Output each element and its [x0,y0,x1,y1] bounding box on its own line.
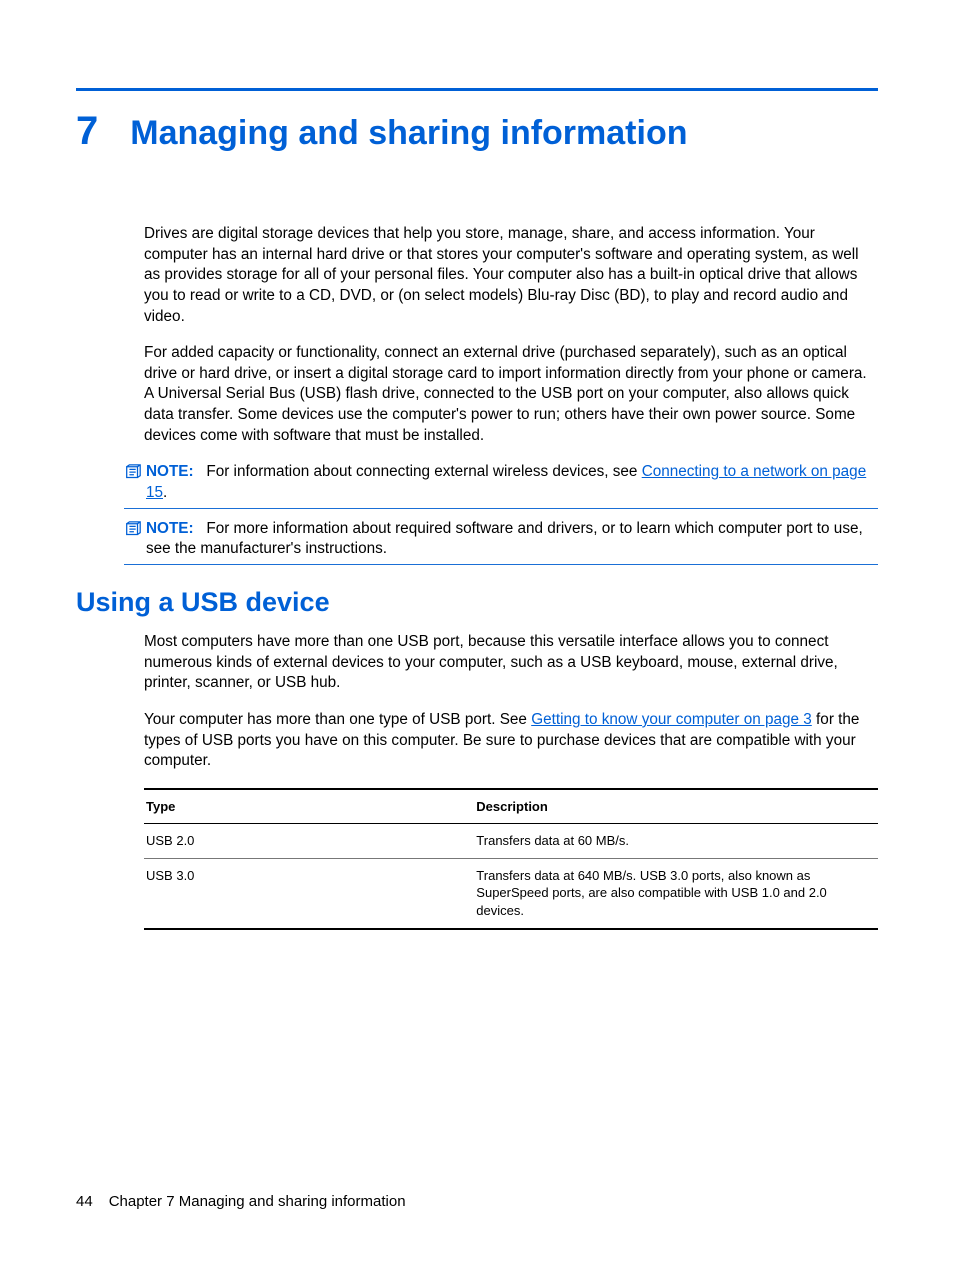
section-heading-usb: Using a USB device [76,587,878,618]
note-block-1: NOTE: For information about connecting e… [124,462,878,508]
intro-paragraph-1: Drives are digital storage devices that … [144,224,878,327]
chapter-header: 7 Managing and sharing information [76,109,878,154]
usb-p2-pre: Your computer has more than one type of … [144,711,531,728]
footer-text: Chapter 7 Managing and sharing informati… [109,1193,406,1210]
chapter-title: Managing and sharing information [130,114,687,153]
link-getting-to-know[interactable]: Getting to know your computer on page 3 [531,711,812,728]
cell-type: USB 3.0 [144,858,474,928]
note-block-2: NOTE: For more information about require… [124,519,878,565]
table-row: USB 3.0 Transfers data at 640 MB/s. USB … [144,858,878,928]
page-footer: 44 Chapter 7 Managing and sharing inform… [76,1193,406,1210]
note-1-text-pre: For information about connecting externa… [206,463,641,480]
chapter-divider [76,88,878,91]
usb-types-table: Type Description USB 2.0 Transfers data … [144,788,878,930]
table-header-desc: Description [474,789,878,824]
note-label: NOTE: [146,520,194,537]
table-header-row: Type Description [144,789,878,824]
note-1-text-post: . [163,484,167,501]
cell-type: USB 2.0 [144,824,474,859]
note-icon [124,464,144,489]
cell-desc: Transfers data at 60 MB/s. [474,824,878,859]
table-row: USB 2.0 Transfers data at 60 MB/s. [144,824,878,859]
note-icon [124,521,144,546]
usb-paragraph-1: Most computers have more than one USB po… [144,632,878,694]
usb-paragraph-2: Your computer has more than one type of … [144,710,878,772]
note-label: NOTE: [146,463,194,480]
page-number: 44 [76,1193,93,1210]
note-2-text: For more information about required soft… [146,520,863,558]
intro-paragraph-2: For added capacity or functionality, con… [144,343,878,446]
chapter-number: 7 [76,109,98,154]
table-header-type: Type [144,789,474,824]
cell-desc: Transfers data at 640 MB/s. USB 3.0 port… [474,858,878,928]
